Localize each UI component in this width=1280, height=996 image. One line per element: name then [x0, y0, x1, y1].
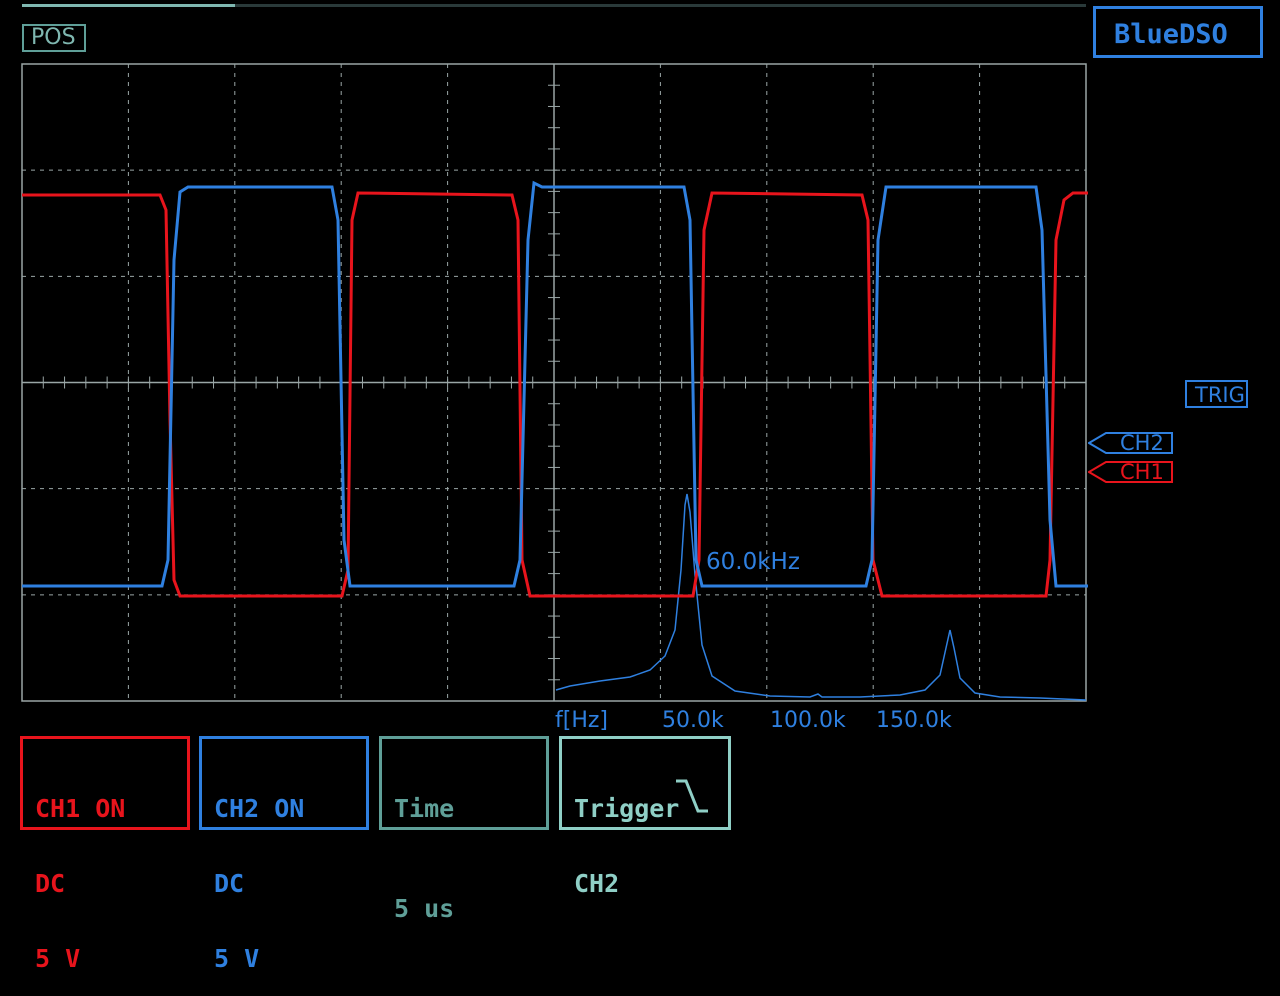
- ch2-coupling: DC: [214, 869, 245, 898]
- ch2-marker-label: CH2: [1120, 431, 1164, 455]
- ch1-offset-marker[interactable]: CH1: [1088, 461, 1174, 483]
- trigger-settings-panel[interactable]: Trigger CH2: [559, 736, 731, 896]
- falling-edge-icon: [676, 779, 708, 813]
- ch1-status: CH1 ON: [35, 794, 126, 823]
- ch2-waveform: [22, 180, 1088, 588]
- frequency-tick-label: 50.0k: [662, 708, 724, 733]
- time-title: Time: [394, 794, 455, 823]
- frequency-tick-label: 150.0k: [876, 708, 952, 733]
- trigger-source: CH2: [574, 869, 620, 898]
- frequency-axis-unit: f[Hz]: [555, 708, 609, 733]
- ch2-volts-per-div: 5 V: [214, 944, 260, 973]
- time-per-div: 5 us: [394, 894, 455, 923]
- time-settings-panel[interactable]: Time 5 us: [379, 736, 549, 921]
- ch1-waveform: [22, 191, 1088, 598]
- scope-display: [21, 63, 1088, 702]
- ch2-settings-panel[interactable]: CH2 ON DC 5 V: [199, 736, 369, 971]
- spectrum-peak-label: 60.0kHz: [706, 549, 800, 575]
- graticule-grid: [21, 63, 1087, 702]
- ch1-settings-panel[interactable]: CH1 ON DC 5 V: [20, 736, 190, 971]
- trigger-level-marker[interactable]: TRIG: [1185, 380, 1248, 408]
- ch1-marker-label: CH1: [1120, 460, 1164, 484]
- ch2-status: CH2 ON: [214, 794, 305, 823]
- ch1-volts-per-div: 5 V: [35, 944, 81, 973]
- frequency-tick-label: 100.0k: [770, 708, 846, 733]
- ch2-offset-marker[interactable]: CH2: [1088, 432, 1174, 454]
- ch1-coupling: DC: [35, 869, 66, 898]
